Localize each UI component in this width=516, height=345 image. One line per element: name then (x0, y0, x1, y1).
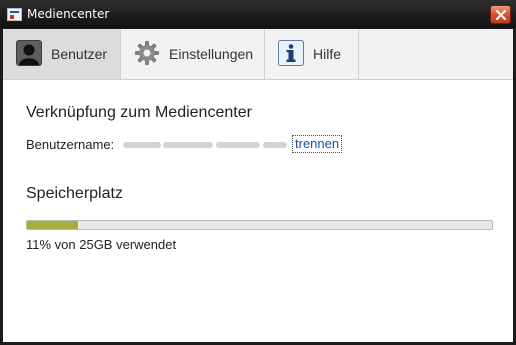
info-icon (278, 40, 304, 66)
window-title: Mediencenter (27, 7, 110, 21)
storage-progress-fill (27, 221, 79, 229)
account-heading: Verknüpfung zum Mediencenter (26, 104, 252, 121)
benutzer-panel: Verknüpfung zum Mediencenter Benutzernam… (3, 80, 513, 342)
title-bar[interactable]: Mediencenter (0, 0, 516, 28)
tab-label: Hilfe (313, 46, 342, 62)
storage-progress-bar (26, 220, 493, 230)
tab-einstellungen[interactable]: Einstellungen (121, 29, 265, 79)
storage-usage-text: 11% von 25GB verwendet (26, 237, 177, 252)
gear-icon (135, 41, 159, 65)
tab-bar: Benutzer Einstellungen Hilfe (3, 29, 513, 80)
close-icon (495, 9, 507, 21)
app-window: Mediencenter Benutzer Einstellungen Hilf… (0, 0, 516, 345)
close-button[interactable] (490, 5, 511, 24)
disconnect-link[interactable]: trennen (292, 135, 343, 153)
storage-heading: Speicherplatz (26, 185, 123, 202)
tab-label: Benutzer (51, 46, 108, 62)
tab-hilfe[interactable]: Hilfe (265, 29, 359, 79)
app-icon (7, 8, 22, 21)
username-label: Benutzername: (26, 137, 115, 152)
username-value-redacted (123, 137, 288, 152)
tab-benutzer[interactable]: Benutzer (3, 29, 121, 79)
tab-label: Einstellungen (169, 46, 254, 62)
user-silhouette-icon (16, 40, 42, 66)
